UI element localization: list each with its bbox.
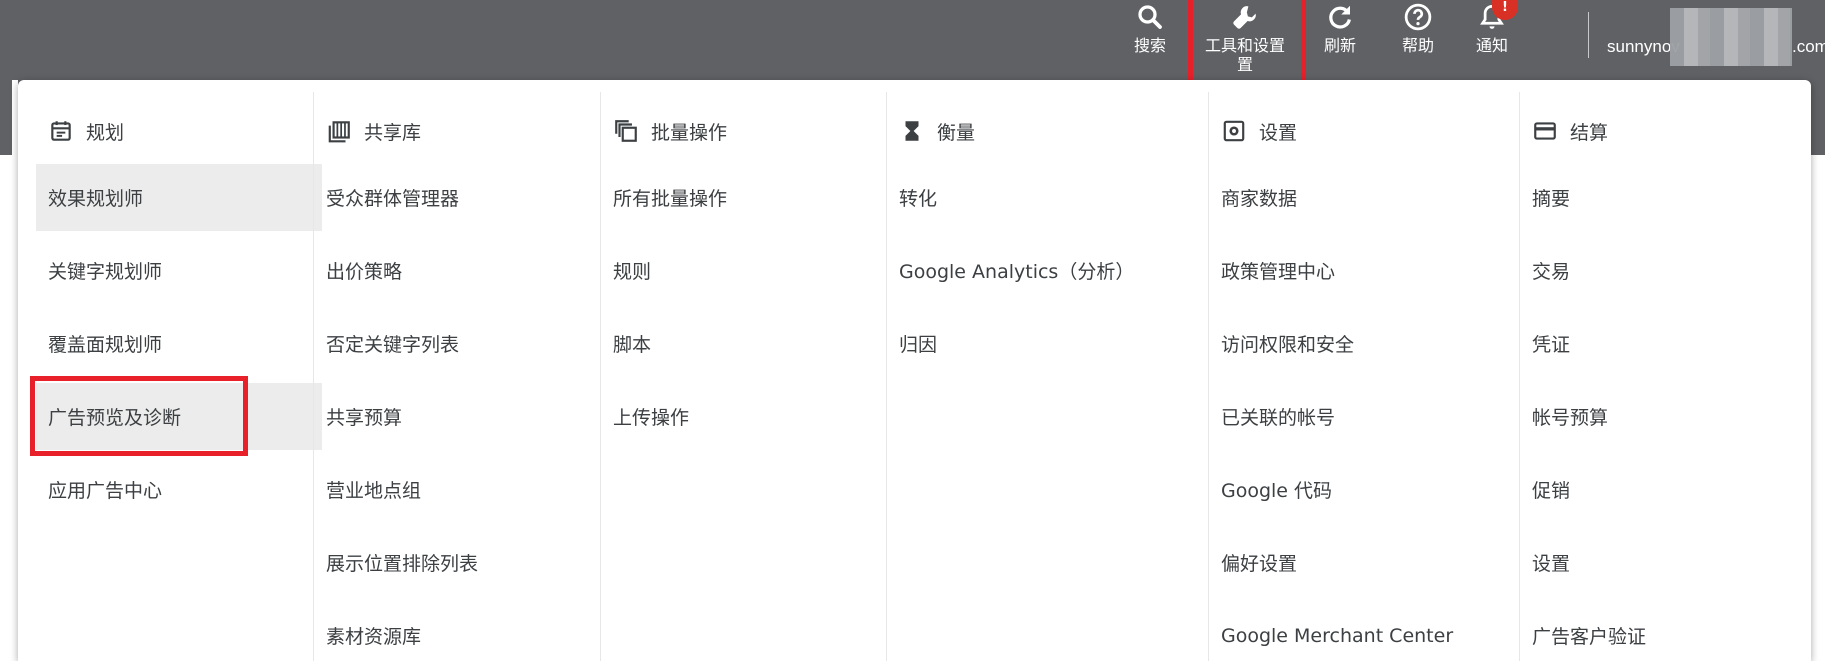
- menu-item-google-analytics[interactable]: Google Analytics（分析）: [887, 237, 1207, 304]
- account-email-suffix: .com: [1792, 37, 1825, 56]
- column-header-shared-library: 共享库: [326, 116, 421, 146]
- column-header-billing: 结算: [1532, 116, 1608, 146]
- tools-menu-panel: 规划 效果规划师 关键字规划师 覆盖面规划师 广告预览及诊断 应用广告中心 共享…: [18, 80, 1811, 661]
- credit-card-icon: [1534, 122, 1556, 140]
- library-icon: [328, 121, 350, 143]
- refresh-label: 刷新: [1323, 36, 1356, 55]
- menu-item-transactions[interactable]: 交易: [1520, 237, 1810, 304]
- menu-item-billing-settings[interactable]: 设置: [1520, 529, 1810, 596]
- ad-preview-highlight-box: [30, 376, 248, 456]
- column-setup: 设置 商家数据 政策管理中心 访问权限和安全 已关联的帐号 Google 代码 …: [1209, 92, 1519, 661]
- column-header-measurement: 衡量: [899, 116, 975, 146]
- menu-item-performance-planner[interactable]: 效果规划师: [36, 164, 322, 231]
- menu-item-documents[interactable]: 凭证: [1520, 310, 1810, 377]
- topbar-divider: [1588, 12, 1589, 58]
- hourglass-icon: [905, 121, 919, 141]
- column-billing: 结算 摘要 交易 凭证 帐号预算 促销 设置 广告客户验证: [1520, 92, 1810, 661]
- menu-item-attribution[interactable]: 归因: [887, 310, 1207, 377]
- menu-item-negative-keyword-lists[interactable]: 否定关键字列表: [314, 310, 600, 377]
- menu-item-policy-manager[interactable]: 政策管理中心: [1209, 237, 1519, 304]
- menu-item-linked-accounts[interactable]: 已关联的帐号: [1209, 383, 1519, 450]
- menu-item-google-tag[interactable]: Google 代码: [1209, 456, 1519, 523]
- search-icon: [1138, 5, 1162, 29]
- column-measurement: 衡量 转化 Google Analytics（分析） 归因: [887, 92, 1207, 661]
- account-email[interactable]: sunnynov: [1607, 37, 1680, 57]
- settings-icon: [1223, 120, 1245, 142]
- help-label: 帮助: [1401, 36, 1434, 55]
- bulk-actions-icon: [615, 120, 637, 142]
- menu-item-uploads[interactable]: 上传操作: [601, 383, 887, 450]
- menu-item-access-and-security[interactable]: 访问权限和安全: [1209, 310, 1519, 377]
- column-bulk-actions: 批量操作 所有批量操作 规则 脚本 上传操作: [601, 92, 887, 661]
- menu-item-summary[interactable]: 摘要: [1520, 164, 1810, 231]
- menu-item-bid-strategies[interactable]: 出价策略: [314, 237, 600, 304]
- top-bar: 搜索 工具和设置置 刷新 帮助 通知 ! sunnynov .com: [0, 0, 1825, 98]
- help-button[interactable]: 帮助: [1398, 0, 1438, 80]
- menu-item-preferences[interactable]: 偏好设置: [1209, 529, 1519, 596]
- column-shared-library: 共享库 受众群体管理器 出价策略 否定关键字列表 共享预算 营业地点组 展示位置…: [314, 92, 600, 661]
- search-label: 搜索: [1133, 36, 1166, 55]
- calendar-icon: [51, 121, 71, 141]
- background-page-edge-right: [1810, 155, 1825, 661]
- background-page-edge-right-dark: [1810, 80, 1825, 155]
- help-icon: [1404, 3, 1432, 31]
- menu-item-asset-library[interactable]: 素材资源库: [314, 602, 600, 661]
- menu-item-shared-budgets[interactable]: 共享预算: [314, 383, 600, 450]
- column-header-bulk-actions: 批量操作: [613, 116, 727, 146]
- menu-item-google-merchant-center[interactable]: Google Merchant Center: [1209, 602, 1519, 661]
- background-page-edge-dark: [0, 80, 12, 155]
- menu-item-keyword-planner[interactable]: 关键字规划师: [36, 237, 322, 304]
- menu-item-promotions[interactable]: 促销: [1520, 456, 1810, 523]
- menu-item-business-data[interactable]: 商家数据: [1209, 164, 1519, 231]
- background-page-edge: [0, 80, 18, 661]
- notifications-label: 通知: [1475, 36, 1508, 55]
- menu-item-conversions[interactable]: 转化: [887, 164, 1207, 231]
- menu-item-account-budget[interactable]: 帐号预算: [1520, 383, 1810, 450]
- column-planning: 规划 效果规划师 关键字规划师 覆盖面规划师 广告预览及诊断 应用广告中心: [30, 92, 322, 661]
- search-button[interactable]: 搜索: [1130, 0, 1170, 80]
- menu-item-rules[interactable]: 规则: [601, 237, 887, 304]
- menu-item-reach-planner[interactable]: 覆盖面规划师: [36, 310, 322, 377]
- column-header-setup: 设置: [1221, 116, 1297, 146]
- menu-item-location-groups[interactable]: 营业地点组: [314, 456, 600, 523]
- column-header-planning: 规划: [48, 116, 124, 146]
- notification-badge: !: [1492, 0, 1518, 20]
- menu-item-placement-exclusion-lists[interactable]: 展示位置排除列表: [314, 529, 600, 596]
- refresh-button[interactable]: 刷新: [1320, 0, 1360, 80]
- menu-item-all-bulk-actions[interactable]: 所有批量操作: [601, 164, 887, 231]
- refresh-icon: [1329, 5, 1351, 29]
- menu-item-app-ads-hub[interactable]: 应用广告中心: [36, 456, 322, 523]
- menu-item-audience-manager[interactable]: 受众群体管理器: [314, 164, 600, 231]
- menu-item-advertiser-verification[interactable]: 广告客户验证: [1520, 602, 1810, 661]
- menu-item-scripts[interactable]: 脚本: [601, 310, 887, 377]
- account-email-redaction: [1670, 8, 1792, 66]
